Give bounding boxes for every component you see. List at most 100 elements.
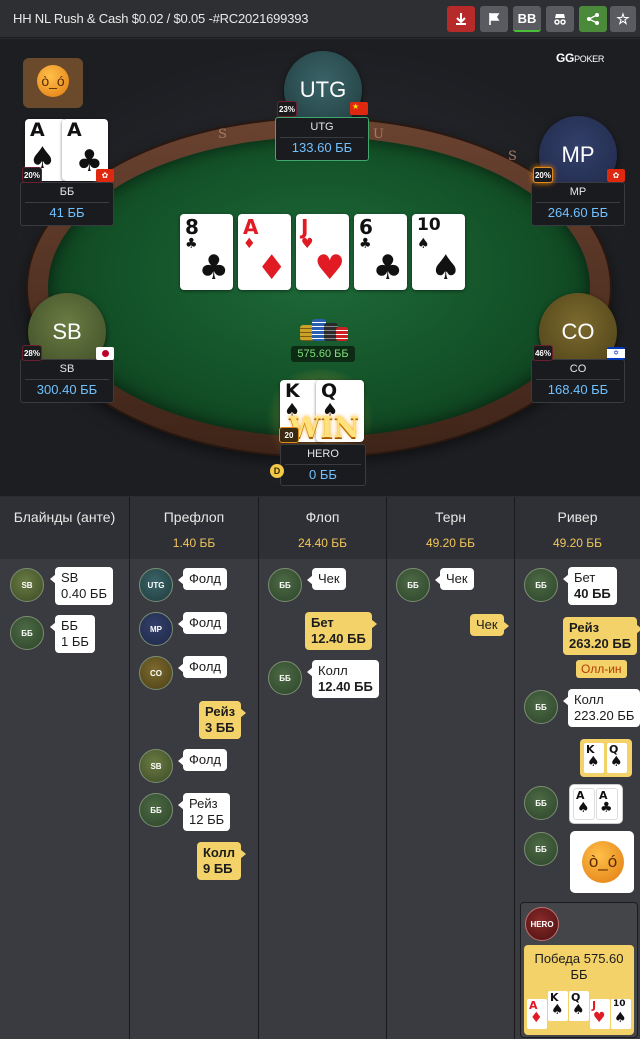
chip-stack-icon <box>296 315 352 345</box>
action-amount: 40 ББ <box>574 586 611 601</box>
incognito-button[interactable] <box>546 6 574 32</box>
bb-toggle-label: BB <box>517 10 537 26</box>
sb-nameplate[interactable]: SB 300.40 ББ <box>20 359 114 403</box>
mini-card: Q ♠ <box>569 991 589 1021</box>
all-in-tag: Олл-ин <box>576 660 627 678</box>
action-amount: 1 ББ <box>61 634 89 649</box>
player-badge-bb: ББ <box>268 661 302 695</box>
japan-flag-icon <box>96 347 114 360</box>
mp-name: MP <box>569 186 587 198</box>
player-badge-bb: ББ <box>268 568 302 602</box>
mini-card: Q ♠ <box>607 743 627 773</box>
mini-card: A ♣ <box>597 789 617 819</box>
player-badge-mp: MP <box>139 612 173 646</box>
action-text: Колл <box>203 845 236 860</box>
mini-card: A ♠ <box>574 789 594 819</box>
col-pot: 24.40 ББ <box>297 536 348 550</box>
mp-nameplate[interactable]: MP 264.60 ББ <box>531 182 625 226</box>
bb-name: ББ <box>59 186 75 198</box>
hero-shown-cards: K ♠ Q ♠ <box>580 739 632 777</box>
bb-shown-cards: A ♠ A ♣ <box>570 785 622 823</box>
action-bubble: Колл 12.40 ББ <box>307 660 379 698</box>
pot-amount: 575.60 ББ <box>291 346 355 362</box>
action-bubble: Фолд <box>178 749 227 771</box>
player-badge-sb: SB <box>10 568 44 602</box>
israel-flag-icon: ✡ <box>607 347 625 360</box>
utg-nameplate[interactable]: UTG 133.60 ББ <box>275 117 369 161</box>
action-amount: 9 ББ <box>203 861 233 876</box>
sb-avatar-label: SB <box>52 319 82 344</box>
action-amount: 12.40 ББ <box>318 679 373 694</box>
action-text: Рейз <box>189 796 218 811</box>
action-text: ББ <box>61 618 79 633</box>
mini-card: K ♠ <box>548 991 568 1021</box>
utg-pct-badge: 23% <box>277 101 297 117</box>
hero-name: HERO <box>307 448 339 460</box>
player-badge-bb: ББ <box>10 616 44 650</box>
player-badge-bb: ББ <box>524 690 558 724</box>
co-nameplate[interactable]: CO 168.40 ББ <box>531 359 625 403</box>
player-badge-sb: SB <box>139 749 173 783</box>
bb-pct-badge: 20% <box>22 167 42 183</box>
winner-text: Победа 575.60 ББ <box>534 951 624 982</box>
incognito-icon <box>554 14 566 25</box>
co-name: CO <box>569 363 587 375</box>
bb-stack: 41 ББ <box>49 205 85 220</box>
mini-card: K ♠ <box>584 743 604 773</box>
bb-toggle-button[interactable]: BB <box>513 6 541 32</box>
utg-stack: 133.60 ББ <box>291 140 353 155</box>
sb-pct-badge: 28% <box>22 345 42 361</box>
action-amount: 223.20 ББ <box>574 708 635 723</box>
bb-nameplate[interactable]: ББ 41 ББ <box>20 182 114 226</box>
action-text: Бет <box>574 570 596 585</box>
board-card-5: 10 ♠ ♠ <box>412 214 465 290</box>
emote-bubble: ò_ó <box>23 58 83 108</box>
hero-nameplate[interactable]: HERO 0 ББ <box>280 444 366 486</box>
hongkong-flag-icon: ✿ <box>96 169 114 182</box>
board-card-4: 6 ♣ ♣ <box>354 214 407 290</box>
china-flag-icon: ★ <box>350 102 368 115</box>
col-header-flop: Флоп 24.40 ББ <box>259 497 387 559</box>
col-title: Префлоп <box>163 509 225 525</box>
hongkong-flag-icon: ✿ <box>607 169 625 182</box>
dealer-button-icon: D <box>270 464 284 478</box>
col-title: Ривер <box>557 509 598 525</box>
download-button[interactable] <box>447 6 475 32</box>
action-bubble: Чек <box>307 568 346 590</box>
col-header-turn: Терн 49.20 ББ <box>387 497 515 559</box>
action-bubble: Рейз 12 ББ <box>177 793 231 831</box>
player-badge-bb: ББ <box>524 832 558 866</box>
col-title: Блайнды (анте) <box>13 509 116 525</box>
sb-stack: 300.40 ББ <box>36 382 98 397</box>
mp-avatar-label: MP <box>561 142 595 167</box>
utg-avatar-label: UTG <box>299 77 347 102</box>
action-amount: 3 ББ <box>205 720 235 735</box>
mini-card: A ♦ <box>527 999 547 1029</box>
share-button[interactable] <box>579 6 607 32</box>
action-text: Бет <box>311 615 334 630</box>
favorite-button[interactable]: ☆ <box>610 6 636 32</box>
action-bubble: Фолд <box>178 568 227 590</box>
action-bubble: Бет 40 ББ <box>563 567 617 605</box>
board-card-1: 8 ♣ ♣ <box>180 214 233 290</box>
player-badge-hero: HERO <box>525 907 559 941</box>
col-header-river: Ривер 49.20 ББ <box>515 497 640 559</box>
mini-card: 10 ♠ <box>611 999 631 1029</box>
action-amount: 12.40 ББ <box>311 631 366 646</box>
player-badge-bb: ББ <box>524 786 558 820</box>
mini-card: J ♥ <box>590 999 610 1029</box>
winner-result: Победа 575.60 ББ A ♦ K ♠ Q ♠ J ♥ 10 ♠ <box>524 945 634 1035</box>
poker-table-view: GGPOKER S U S U S A ò_ó UTG UTG 133.60 Б… <box>0 39 640 496</box>
share-icon <box>587 13 599 25</box>
angry-face-icon: ò_ó <box>37 65 69 97</box>
header-bar: HH NL Rush & Cash $0.02 / $0.05 -#RC2021… <box>0 0 640 38</box>
action-bubble: Фолд <box>178 656 227 678</box>
action-bubble: Чек <box>435 568 474 590</box>
hero-action-bubble: Рейз 3 ББ <box>199 701 247 739</box>
action-text: Рейз <box>569 620 600 635</box>
flag-icon <box>489 13 500 25</box>
report-button[interactable] <box>480 6 508 32</box>
player-badge-bb: ББ <box>396 568 430 602</box>
hero-action-bubble: Рейз 263.20 ББ <box>563 617 640 655</box>
hero-action-bubble: Чек <box>470 614 509 636</box>
